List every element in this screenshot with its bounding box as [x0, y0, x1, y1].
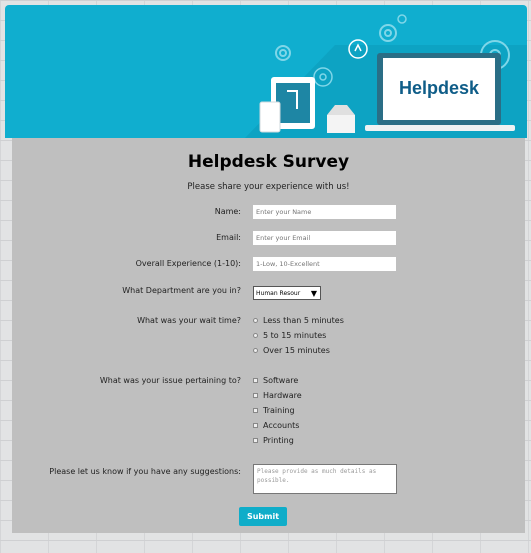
checkbox-icon[interactable] [253, 423, 258, 428]
wait-time-option[interactable]: Less than 5 minutes [253, 316, 344, 325]
page-subtitle: Please share your experience with us! [187, 182, 350, 192]
wait-time-option-label: Less than 5 minutes [263, 316, 344, 325]
radio-icon[interactable] [253, 348, 258, 353]
department-select[interactable]: Human Resour ▼ [253, 286, 321, 300]
page-title: Helpdesk Survey [187, 152, 350, 172]
suggestions-placeholder: Please provide as much details as possib… [257, 468, 377, 484]
radio-icon[interactable] [253, 318, 258, 323]
banner-illustration [245, 14, 527, 138]
issue-option-label: Accounts [263, 421, 300, 430]
phone-device [259, 101, 281, 133]
issue-option[interactable]: Training [253, 406, 295, 415]
checkbox-icon[interactable] [253, 378, 258, 383]
helpdesk-logo: Helpdesk [398, 78, 480, 98]
email-input[interactable] [253, 231, 396, 245]
gear-icon [397, 14, 407, 24]
wait-time-option[interactable]: Over 15 minutes [253, 346, 330, 355]
issue-option-label: Software [263, 376, 299, 385]
chevron-down-icon: ▼ [310, 289, 317, 298]
suggestions-textarea[interactable]: Please provide as much details as possib… [253, 464, 397, 494]
email-label: Email: [216, 233, 241, 242]
wait-time-option-label: 5 to 15 minutes [263, 331, 327, 340]
department-label: What Department are you in? [122, 286, 241, 295]
issue-option-label: Hardware [263, 391, 302, 400]
helpdesk-banner: Helpdesk [5, 5, 527, 138]
wait-time-option[interactable]: 5 to 15 minutes [253, 331, 326, 340]
suggestions-label: Please let us know if you have any sugge… [49, 467, 241, 476]
checkbox-icon[interactable] [253, 438, 258, 443]
issue-option-label: Printing [263, 436, 294, 445]
survey-form: Helpdesk Survey Please share your experi… [12, 138, 525, 533]
issue-option[interactable]: Hardware [253, 391, 302, 400]
issue-option[interactable]: Printing [253, 436, 294, 445]
gear-icon [275, 45, 291, 61]
name-input[interactable] [253, 205, 396, 219]
experience-label: Overall Experience (1-10): [135, 259, 241, 268]
experience-input[interactable] [253, 257, 396, 271]
issue-option-label: Training [263, 406, 295, 415]
name-label: Name: [214, 207, 241, 216]
issue-label: What was your issue pertaining to? [99, 376, 241, 385]
wait-time-label: What was your wait time? [137, 316, 241, 325]
issue-option[interactable]: Software [253, 376, 298, 385]
submit-button[interactable]: Submit [239, 507, 287, 526]
gear-icon [379, 24, 397, 42]
radio-icon[interactable] [253, 333, 258, 338]
department-selected-value: Human Resour [256, 290, 301, 297]
checkbox-icon[interactable] [253, 408, 258, 413]
wait-time-option-label: Over 15 minutes [263, 346, 330, 355]
issue-option[interactable]: Accounts [253, 421, 299, 430]
checkbox-icon[interactable] [253, 393, 258, 398]
